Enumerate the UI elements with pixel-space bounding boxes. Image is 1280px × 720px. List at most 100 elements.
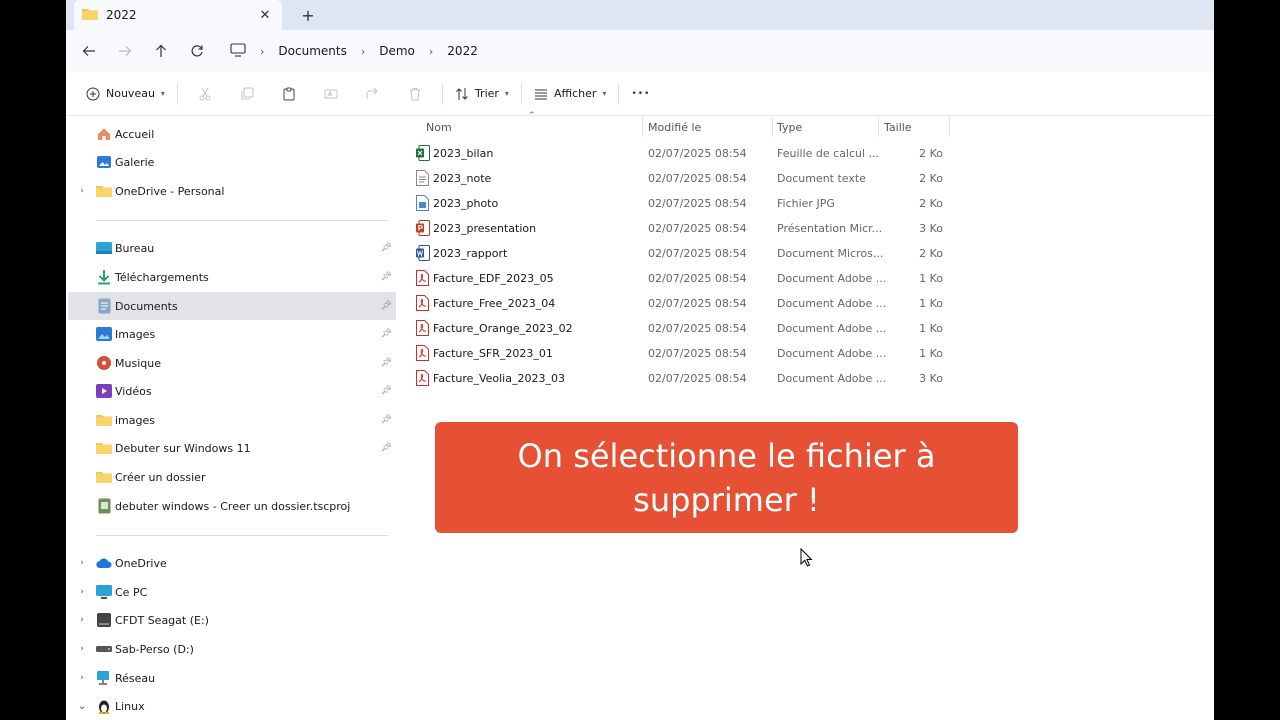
scissors-icon: [199, 87, 211, 100]
close-tab-icon[interactable]: ✕: [256, 6, 274, 24]
image-file-icon: [416, 195, 430, 211]
chevron-right-icon[interactable]: ›: [76, 644, 88, 654]
file-row[interactable]: 2023_note 02/07/2025 08:54 Document text…: [410, 166, 950, 191]
column-separator[interactable]: [772, 117, 773, 137]
chevron-right-icon[interactable]: ›: [76, 673, 88, 683]
chevron-right-icon[interactable]: ›: [76, 186, 88, 196]
sidebar-item-label: Musique: [115, 356, 161, 370]
column-separator[interactable]: [642, 117, 643, 137]
share-button[interactable]: [352, 79, 394, 109]
toolbar-divider: [441, 82, 443, 105]
sidebar-divider: [96, 535, 388, 536]
sort-button[interactable]: Trier ▾: [449, 79, 515, 109]
computer-icon[interactable]: [230, 42, 246, 60]
file-row[interactable]: Facture_Free_2023_04 02/07/2025 08:54 Do…: [410, 291, 950, 316]
sidebar-item-onedrive-personal[interactable]: › OneDrive - Personal: [68, 177, 396, 205]
pdf-icon: [416, 370, 430, 386]
sidebar-item-images[interactable]: Images 📌︎: [68, 320, 396, 348]
file-modified: 02/07/2025 08:54: [648, 147, 747, 160]
new-button-label: Nouveau: [106, 87, 155, 100]
sidebar-item-label: images: [115, 413, 155, 427]
sidebar-item-reseau[interactable]: › Réseau: [68, 664, 396, 692]
file-row[interactable]: 2023_bilan 02/07/2025 08:54 Feuille de c…: [410, 141, 950, 166]
up-button[interactable]: [148, 38, 174, 64]
sidebar-item-linux[interactable]: ⌄ Linux: [68, 692, 396, 720]
sidebar-item-label: Ce PC: [115, 585, 148, 599]
sidebar-item-ce-pc[interactable]: › Ce PC: [68, 578, 396, 606]
folder-icon: [96, 412, 112, 428]
chevron-right-icon[interactable]: ›: [76, 587, 88, 597]
file-type: Document Adobe ...: [777, 322, 887, 335]
file-type: Document Adobe ...: [777, 372, 887, 385]
sidebar-item-accueil[interactable]: Accueil: [68, 120, 396, 148]
folder-icon: [96, 440, 112, 456]
file-row[interactable]: 2023_presentation 02/07/2025 08:54 Prése…: [410, 216, 950, 241]
sort-icon: [456, 87, 468, 100]
new-tab-button[interactable]: +: [298, 5, 318, 25]
file-row[interactable]: Facture_EDF_2023_05 02/07/2025 08:54 Doc…: [410, 266, 950, 291]
rename-button[interactable]: [310, 79, 352, 109]
view-button[interactable]: Afficher ▾: [528, 79, 613, 109]
file-type: Document Micros...: [777, 247, 884, 260]
sidebar-item-tscproj[interactable]: debuter windows - Creer un dossier.tscpr…: [68, 492, 396, 520]
back-button[interactable]: [76, 38, 102, 64]
file-name: 2023_note: [433, 172, 492, 185]
chevron-down-icon: ▾: [504, 89, 509, 98]
delete-button[interactable]: [394, 79, 436, 109]
sidebar-item-musique[interactable]: Musique 📌︎: [68, 349, 396, 377]
column-header-modified[interactable]: Modifié le: [648, 117, 701, 137]
sidebar-item-debuter-windows-11[interactable]: Debuter sur Windows 11 📌︎: [68, 434, 396, 462]
breadcrumb-2022[interactable]: 2022: [447, 44, 478, 58]
sidebar-item-sab-perso[interactable]: › Sab-Perso (D:): [68, 635, 396, 663]
refresh-button[interactable]: [184, 38, 210, 64]
column-separator[interactable]: [949, 117, 950, 137]
gallery-icon: [96, 154, 112, 170]
column-header-name[interactable]: Nom: [426, 117, 452, 137]
file-size: 3 Ko: [919, 372, 943, 385]
breadcrumb-separator: ›: [260, 44, 265, 58]
new-button[interactable]: Nouveau ▾: [80, 79, 171, 109]
chevron-right-icon[interactable]: ›: [76, 615, 88, 625]
sidebar-item-label: Documents: [115, 299, 178, 313]
sidebar-item-onedrive[interactable]: › OneDrive: [68, 549, 396, 577]
file-name: 2023_bilan: [433, 147, 494, 160]
column-header-size[interactable]: Taille: [884, 117, 912, 137]
sidebar-item-documents[interactable]: Documents 📌︎: [68, 292, 396, 320]
sidebar-item-images-folder[interactable]: images 📌︎: [68, 406, 396, 434]
chevron-down-icon: ▾: [160, 89, 165, 98]
copy-button[interactable]: [226, 79, 268, 109]
tab-2022[interactable]: 2022 ✕: [74, 0, 282, 30]
paste-button[interactable]: [268, 79, 310, 109]
sidebar-item-telechargements[interactable]: Téléchargements 📌︎: [68, 263, 396, 291]
file-row[interactable]: Facture_SFR_2023_01 02/07/2025 08:54 Doc…: [410, 341, 950, 366]
file-type: Fichier JPG: [777, 197, 835, 210]
sidebar-item-label: Debuter sur Windows 11: [115, 441, 251, 455]
home-icon: [96, 126, 112, 142]
cut-button[interactable]: [184, 79, 226, 109]
sidebar-item-creer-dossier[interactable]: Créer un dossier: [68, 463, 396, 491]
file-row[interactable]: 2023_photo 02/07/2025 08:54 Fichier JPG …: [410, 191, 950, 216]
sidebar-item-cfdt-seagat[interactable]: › CFDT Seagat (E:): [68, 606, 396, 634]
sidebar-item-galerie[interactable]: Galerie: [68, 148, 396, 176]
more-options-button[interactable]: •••: [625, 79, 656, 109]
video-icon: [96, 383, 112, 399]
file-row[interactable]: Facture_Orange_2023_02 02/07/2025 08:54 …: [410, 316, 950, 341]
column-separator[interactable]: [878, 117, 879, 137]
chevron-down-icon[interactable]: ⌄: [76, 701, 88, 712]
project-icon: [96, 498, 112, 514]
file-name: 2023_photo: [433, 197, 499, 210]
text-file-icon: [416, 170, 430, 186]
sidebar-item-videos[interactable]: Vidéos 📌︎: [68, 377, 396, 405]
forward-button[interactable]: [112, 38, 138, 64]
toolbar-divider: [176, 82, 178, 105]
file-row[interactable]: Facture_Veolia_2023_03 02/07/2025 08:54 …: [410, 366, 950, 391]
chevron-right-icon[interactable]: ›: [76, 558, 88, 568]
breadcrumb-documents[interactable]: Documents: [278, 44, 346, 58]
file-size: 2 Ko: [919, 172, 943, 185]
file-row[interactable]: 2023_rapport 02/07/2025 08:54 Document M…: [410, 241, 950, 266]
tab-title: 2022: [106, 8, 137, 22]
column-header-type[interactable]: Type: [777, 117, 802, 137]
arrow-right-icon: [119, 46, 132, 56]
breadcrumb-demo[interactable]: Demo: [379, 44, 415, 58]
sidebar-item-bureau[interactable]: Bureau 📌︎: [68, 234, 396, 262]
